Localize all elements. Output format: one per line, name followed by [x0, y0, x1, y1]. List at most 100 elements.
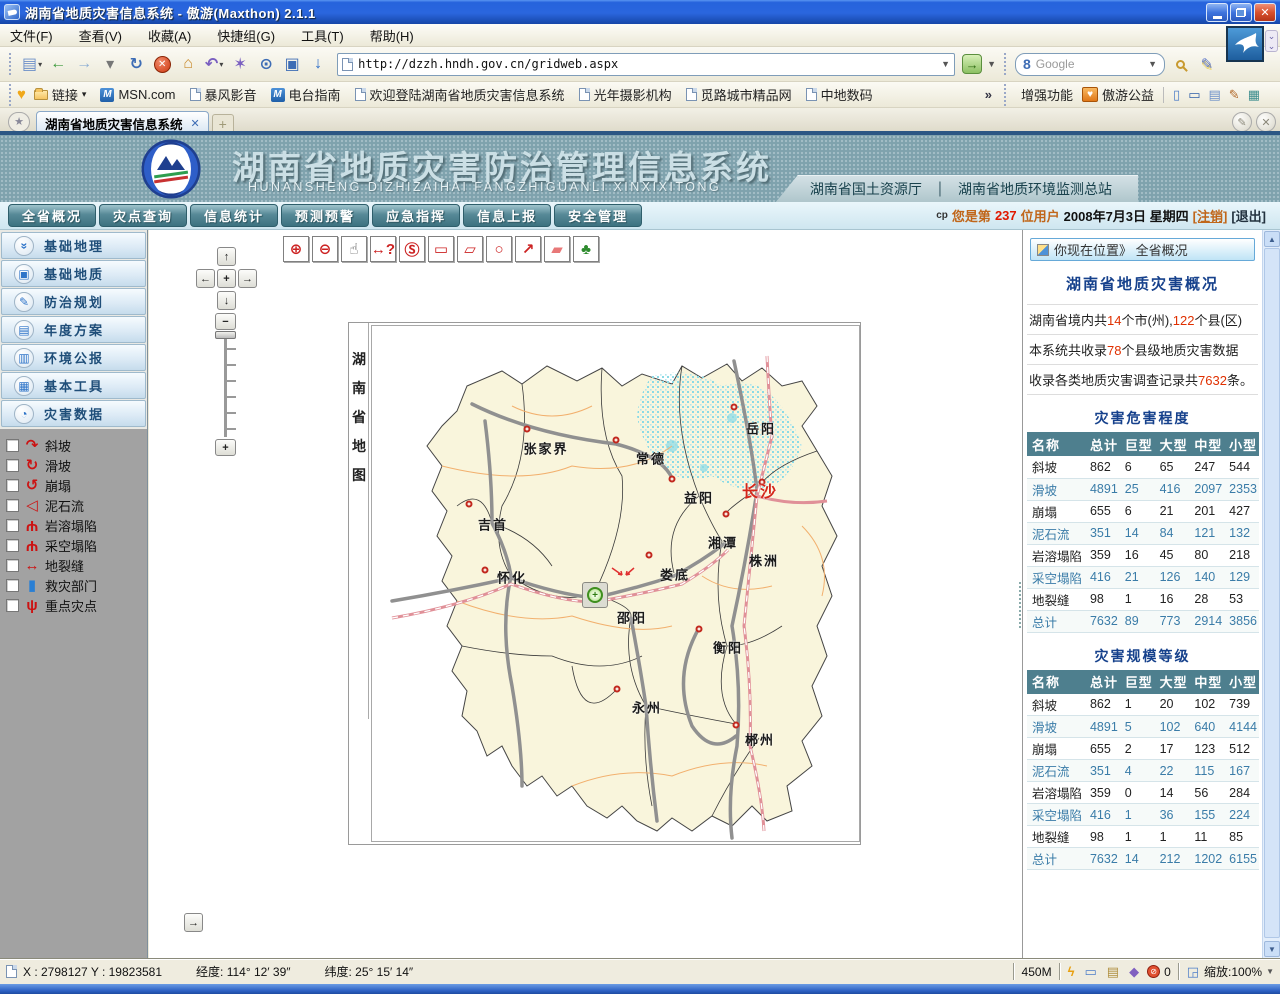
map-locate-widget[interactable]: +	[582, 582, 608, 608]
zoom-slider-handle[interactable]	[215, 331, 236, 339]
history-dropdown-button[interactable]: ▾	[98, 52, 122, 76]
highlight-button[interactable]: ✎	[1195, 52, 1219, 76]
city-marker-5[interactable]	[466, 501, 473, 508]
measure-icon[interactable]: ↔?	[370, 236, 396, 262]
close-button[interactable]: ✕	[1254, 3, 1276, 22]
table-row[interactable]: 泥石流3511484121132	[1027, 522, 1259, 544]
table-row[interactable]: 滑坡489151026404144	[1027, 716, 1259, 738]
link-item-3[interactable]: M电台指南	[271, 85, 341, 104]
table-row[interactable]: 斜坡862120102739	[1027, 694, 1259, 716]
toolbar-grip[interactable]	[9, 53, 14, 75]
toolbar-grip-2[interactable]	[1004, 53, 1009, 75]
link-item-2[interactable]: 暴风影音	[190, 85, 257, 104]
minimize-button[interactable]	[1206, 3, 1228, 22]
table-row[interactable]: 采空塌陷416136155224	[1027, 804, 1259, 826]
gesture-icon[interactable]: ◆	[1129, 964, 1139, 980]
city-marker-0[interactable]	[524, 426, 531, 433]
city-marker-7[interactable]	[646, 552, 653, 559]
logout-link[interactable]: [注销]	[1193, 206, 1228, 225]
stop-button[interactable]: ✕	[150, 52, 174, 76]
links-grip-2[interactable]	[1004, 84, 1009, 106]
nav-tab-4[interactable]: 应急指挥	[372, 204, 460, 227]
exit-link[interactable]: [退出]	[1231, 206, 1266, 225]
links-right-item-1[interactable]: ♥傲游公益	[1082, 85, 1154, 104]
nav-tab-3[interactable]: 预测预警	[281, 204, 369, 227]
layer-checkbox[interactable]	[6, 599, 19, 612]
link-item-4[interactable]: 欢迎登陆湖南省地质灾害信息系统	[355, 85, 565, 104]
nav-tab-0[interactable]: 全省概况	[8, 204, 96, 227]
city-marker-2[interactable]	[731, 404, 738, 411]
layer-checkbox[interactable]	[6, 439, 19, 452]
pan-center-button[interactable]: +	[217, 269, 236, 288]
city-marker-9[interactable]	[733, 722, 740, 729]
notes-icon[interactable]: ▤	[1209, 87, 1221, 103]
home-button[interactable]: ⌂	[176, 52, 200, 76]
layer-checkbox[interactable]	[6, 559, 19, 572]
banner-link-0[interactable]: 湖南省国土资源厅	[810, 179, 922, 199]
nav-tab-2[interactable]: 信息统计	[190, 204, 278, 227]
links-overflow-chevron[interactable]: »	[985, 87, 992, 102]
nav-tab-1[interactable]: 灾点查询	[99, 204, 187, 227]
sidebar-section-3[interactable]: ▤年度方案	[1, 316, 146, 343]
table-row[interactable]: 地裂缝98111185	[1027, 826, 1259, 848]
address-url[interactable]: http://dzzh.hndh.gov.cn/gridweb.aspx	[358, 57, 936, 71]
skin-wrench-button[interactable]: ✎	[1232, 112, 1252, 132]
city-marker-4[interactable]	[723, 511, 730, 518]
menu-item-2[interactable]: 收藏(A)	[148, 26, 191, 45]
filter-wand-button[interactable]: ✶	[228, 52, 252, 76]
table-row[interactable]: 岩溶塌陷359164580218	[1027, 544, 1259, 566]
select-polygon-icon[interactable]: ▱	[457, 236, 483, 262]
hunan-map-svg[interactable]	[372, 326, 860, 842]
layer-checkbox[interactable]	[6, 519, 19, 532]
dropdown-icon[interactable]: ▾	[38, 60, 42, 69]
sidebar-section-1[interactable]: ▣基础地质	[1, 260, 146, 287]
undo-button[interactable]: ↶▾	[202, 52, 226, 76]
layer-checkbox[interactable]	[6, 579, 19, 592]
draw-point-icon[interactable]: ↗	[515, 236, 541, 262]
select-circle-icon[interactable]: ○	[486, 236, 512, 262]
window-title-bar[interactable]: 湖南省地质灾害信息系统 - 傲游(Maxthon) 2.1.1 ✕	[0, 0, 1280, 24]
zoom-in-icon[interactable]: ⊕	[283, 236, 309, 262]
favorites-heart-icon[interactable]: ♥	[17, 86, 26, 103]
menu-item-5[interactable]: 帮助(H)	[370, 26, 414, 45]
lightning-icon[interactable]: ϟ	[1068, 964, 1075, 979]
plugin-icon[interactable]: ▦	[1248, 87, 1260, 103]
link-item-6[interactable]: 觅路城市精品网	[686, 85, 792, 104]
collapse-chevron-icon[interactable]: ⌄⌄	[1265, 30, 1278, 52]
full-extent-tree-icon[interactable]: ♣	[573, 236, 599, 262]
boss-close-button[interactable]: ✕	[1256, 112, 1276, 132]
page-scrollbar[interactable]: ▲ ▼	[1262, 230, 1280, 958]
refresh-button[interactable]: ↻	[124, 52, 148, 76]
sidebar-section-5[interactable]: ▦基本工具	[1, 372, 146, 399]
panel-splitter-handle[interactable]	[1019, 582, 1025, 628]
scrollbar-thumb[interactable]	[1264, 248, 1280, 938]
table-row[interactable]: 总计76328977329143856	[1027, 610, 1259, 632]
sidebar-section-0[interactable]: »基础地理	[1, 232, 146, 259]
table-row[interactable]: 斜坡862665247544	[1027, 456, 1259, 478]
new-window-icon[interactable]: ▤	[1107, 964, 1119, 980]
city-marker-6[interactable]	[482, 567, 489, 574]
go-dropdown-icon[interactable]: ▼	[987, 59, 996, 69]
resize-icon[interactable]: ◲	[1187, 964, 1199, 980]
go-button[interactable]: →	[962, 54, 982, 74]
sidebar-section-4[interactable]: ▥环境公报	[1, 344, 146, 371]
favorites-star-icon[interactable]: ★	[8, 112, 30, 132]
menu-item-1[interactable]: 查看(V)	[79, 26, 122, 45]
address-dropdown-icon[interactable]: ▼	[941, 59, 950, 69]
search-input[interactable]: Google	[1036, 57, 1143, 71]
city-marker-3[interactable]	[669, 476, 676, 483]
select-rect-icon[interactable]: ▭	[428, 236, 454, 262]
banner-link-1[interactable]: 湖南省地质环境监测总站	[958, 179, 1112, 199]
paint-icon[interactable]: ✎	[1229, 87, 1240, 103]
sidebar-section-2[interactable]: ✎防治规划	[1, 288, 146, 315]
layer-checkbox[interactable]	[6, 539, 19, 552]
table-row[interactable]: 崩塌655621201427	[1027, 500, 1259, 522]
pan-down-button[interactable]: ↓	[217, 291, 236, 310]
proxy-window-icon[interactable]: ▭	[1084, 964, 1096, 980]
restore-button[interactable]	[1230, 3, 1252, 22]
link-item-0[interactable]: 链接▾	[34, 85, 87, 104]
search-engine-dropdown-icon[interactable]: ▼	[1148, 59, 1157, 69]
scroll-down-icon[interactable]: ▼	[1264, 941, 1280, 957]
zoom-out-slider-button[interactable]: −	[215, 313, 236, 330]
nav-tab-6[interactable]: 安全管理	[554, 204, 642, 227]
